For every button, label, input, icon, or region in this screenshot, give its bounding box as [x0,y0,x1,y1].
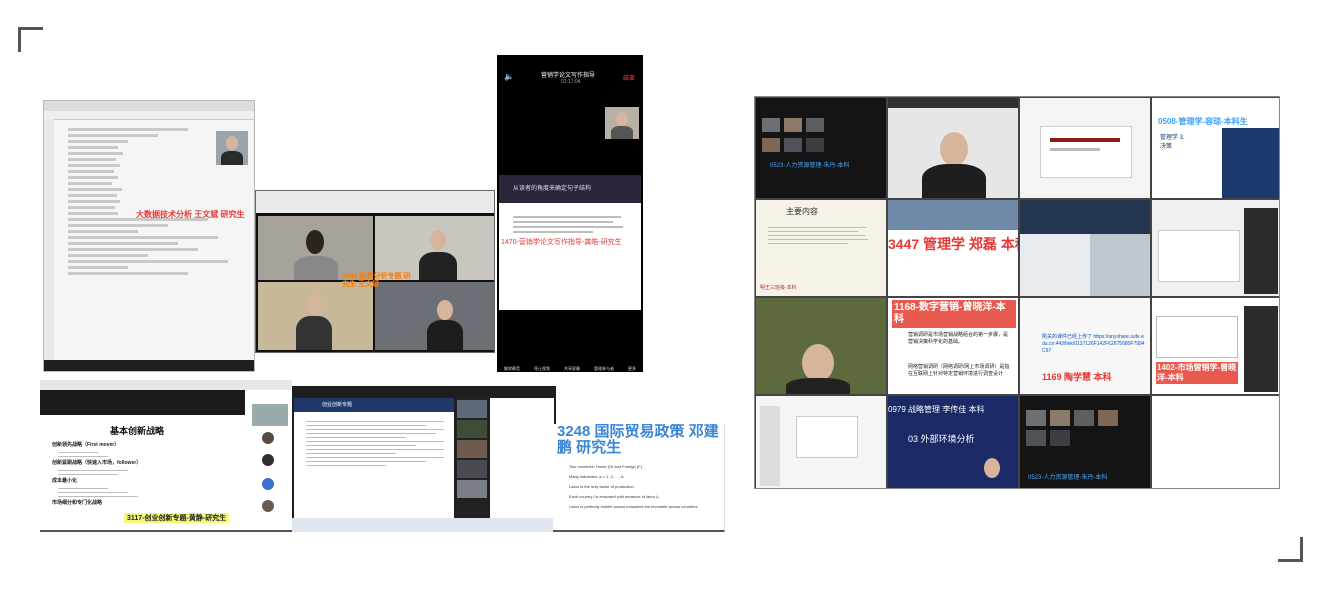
teacher-video-tile-2 [755,297,887,395]
hr-course-label-2: 0523-人力资源管理-朱丹-本科 [1028,475,1108,481]
chat-message-tile: 刚关的课件已经上传了 https://anyshare.sufe.edu.cn:… [1019,297,1151,395]
market-course-label: 1402-市场营销学-曾晓洋-本科 [1156,362,1238,384]
hr-meeting-gallery: 0523-人力资源管理-朱丹-本科 [755,97,887,199]
windows-taskbar[interactable] [292,518,556,532]
manage-participants-button[interactable]: 管理参与者 [594,366,614,372]
digital-marketing-tile: 1168-数字营销-曾晓洋-本科 营销调研是市场营销战略组合的第一步骤，是营销决… [887,297,1019,395]
hr-course-label: 0523-人力资源管理-朱丹-本科 [770,163,850,169]
strategy-section-title: 03 外部环境分析 [908,434,975,444]
notebook-side-margin [44,119,54,371]
content-slide-heading: 主要内容 [786,207,818,216]
chat-link-message[interactable]: 刚关的课件已经上传了 https://anyshare.sufe.edu.cn:… [1042,334,1146,355]
ppt-slide-header: 创业创新专题 [322,402,353,408]
unmute-button[interactable]: 解除静音 [504,366,520,372]
phone-control-bar: 解除静音 停止视频 共享屏幕 管理参与者 更多 [497,345,643,372]
strategy-ppt-tile [1019,97,1151,199]
bullet-4: 市场细分和专门化战略 [52,500,103,506]
management-course-label-1: 0508-管理学-容琼-本科生 [1158,117,1248,126]
more-button[interactable]: 更多 [628,366,636,372]
content-slide-tile: 主要内容 明王三班级·本科 [755,199,887,297]
digital-marketing-text-2: 网络营销调研（网络调研/网上市场调研）是指在互联网上针对特定营销环境进行调查设计 [908,364,1010,377]
slide-title: 从读者的角度来确定句子结构 [513,186,592,192]
right-collage: 0523-人力资源管理-朱丹-本科 0508-管理学-容琼-本科生 管理学 3.… [754,96,1280,489]
speaker-icon[interactable]: 🔈 [504,72,514,81]
end-meeting-button[interactable]: 结束 [623,73,635,82]
teacher-video-tile [887,97,1019,199]
hr-gallery-tile-2: 0523-人力资源管理-朱丹-本科 [1019,395,1151,488]
writing-course-label: 1470-营销学论文写作指导-龚皓-研究生 [501,239,622,246]
strategy-course-label: 0979 战略管理 李传佳 本科 [888,405,985,414]
innovation-bullet-list: 创新领先战略（First mover） 创新紧跟战略（快速入市场，followe… [52,442,242,507]
browser-top-bar [256,191,494,213]
trade-bullet-list: Two countries: Home (H) and Foreign (F) … [569,464,698,509]
browser-address-bar[interactable] [44,111,254,120]
bullet-2: 创新紧跟战略（快速入市场，follower） [52,460,142,466]
tao-course-label: 1169 陶学慧 本科 [1042,372,1112,382]
participant-video-2 [375,216,494,280]
phone-status-bar [497,55,643,65]
wang-class-label: 明王三班级·本科 [760,285,797,291]
bullet-1: 创新领先战略（First mover） [52,442,120,448]
innovation-course-label: 3117-创业创新专题-黄静-研究生 [124,513,230,523]
zoom-toolbar[interactable] [44,360,254,371]
digital-marketing-text: 营销调研是市场营销战略组合的第一步骤，是营销决策科学化的基础。 [908,332,1009,345]
host-video-thumbnail [605,107,639,139]
blank-tile [1151,395,1279,488]
chat-list-tile [755,395,887,488]
share-screen-button[interactable]: 共享屏幕 [564,366,580,372]
management-slide-tile: 0508-管理学-容琼-本科生 管理学 3. 决策 [1151,97,1279,199]
market-course-tile: 1402-市场营销学-曾晓洋-本科 [1151,297,1279,395]
zoom-meeting-screenshot: 3444 投资分析专题 研究生 王文斌 [255,190,495,353]
participant-gallery [246,402,292,530]
innovation-slide-title: 基本创新战略 [110,426,165,436]
browser-tab-bar [44,101,254,111]
trade-course-label: 3248 国际贸易政策 邓建鹏 研究生 [557,424,719,456]
trade-slide-screenshot: 3248 国际贸易政策 邓建鹏 研究生 Two countries: Home … [553,424,725,532]
big-data-course-label: 大数据技术分析 王文斌 研究生 [136,210,245,219]
app-title-bar [40,380,292,390]
participant-video-4 [375,282,494,350]
ppt-slide: 创业创新专题 [294,398,454,518]
stop-video-button[interactable]: 停止视频 [534,366,550,372]
strategy-management-tile: 0979 战略管理 李传佳 本科 03 外部环境分析 [887,395,1019,488]
jupyter-screenshot: 大数据技术分析 王文斌 研究生 [43,100,255,372]
chat-panel[interactable] [490,398,554,518]
participant-video-3 [258,282,373,350]
meeting-title: 营销学论文写作指导 [541,73,596,79]
video-gallery [456,398,488,518]
innovation-slide-screenshot: 基本创新战略 创新领先战略（First mover） 创新紧跟战略（快速入市场，… [40,380,292,532]
frame-corner-bottom-right [1278,537,1303,562]
investment-course-label: 3444 投资分析专题 研究生 王文斌 [342,273,411,288]
building-slide-tile [1019,199,1151,297]
code-area [62,125,237,355]
management-zheng-tile: 3447 管理学 郑磊 本科 [887,199,1019,297]
bullet-3: 成本最小化 [52,478,78,484]
management-slide-text: 管理学 3. 决策 [1160,135,1185,150]
teacher-video-thumbnail [216,131,248,165]
management-course-label-2: 3447 管理学 郑磊 本科 [888,236,1019,252]
phone-meeting-screenshot: 营销学论文写作指导 01:17:04 结束 🔈 从读者的角度来确定句子结构 14… [497,55,643,372]
chat-slide-tile [1151,199,1279,297]
ppt-meeting-screenshot: 创业创新专题 [292,386,556,532]
meeting-time: 01:17:04 [561,79,581,85]
digital-marketing-label: 1168-数字营销-曾晓洋-本科 [892,300,1016,328]
slide-top-band [40,390,245,415]
slide-panel: 从读者的角度来确定句子结构 1470-营销学论文写作指导-龚皓-研究生 [499,175,641,310]
participant-video-1 [258,216,373,280]
frame-corner-top-left [18,27,43,52]
